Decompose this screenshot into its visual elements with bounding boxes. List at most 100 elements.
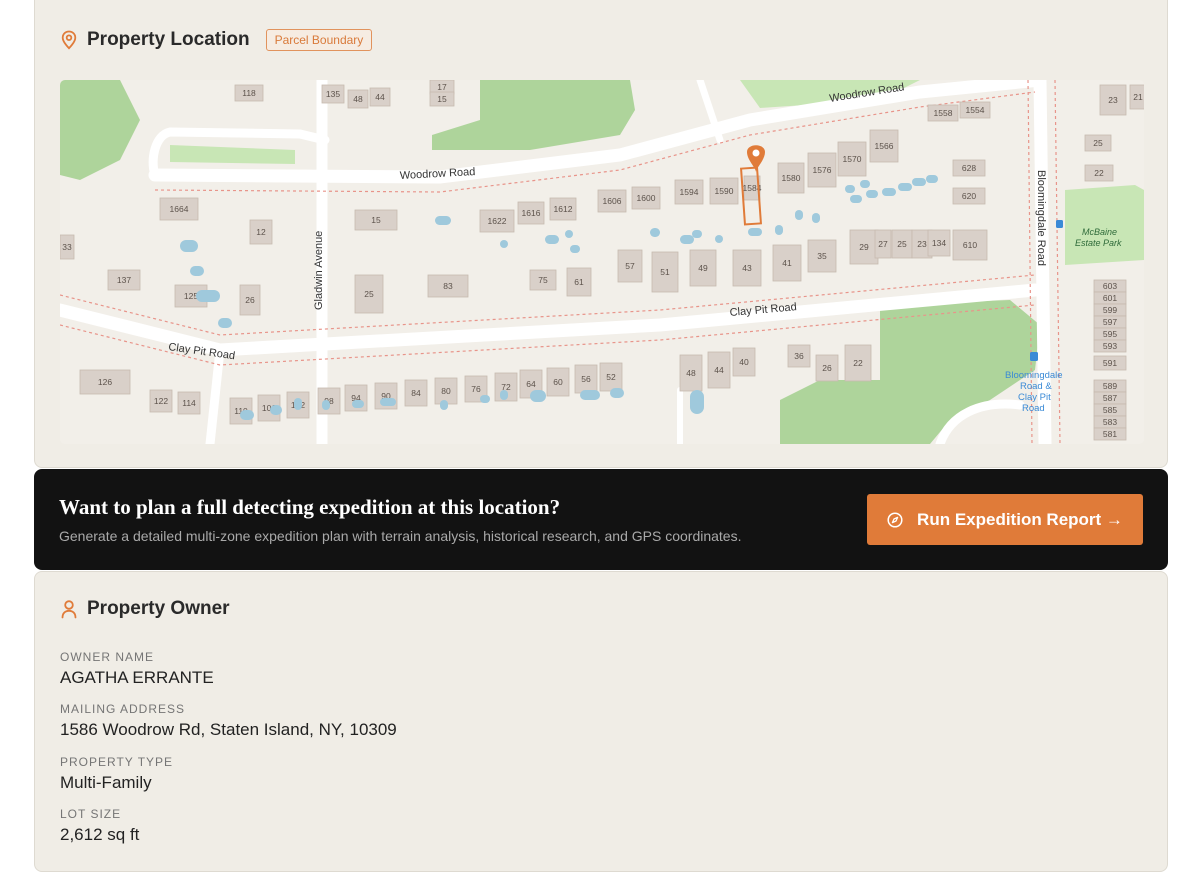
house-number-label: 15 xyxy=(437,94,447,104)
house-number-label: 23 xyxy=(1108,95,1118,105)
house-number-label: 1566 xyxy=(875,141,894,151)
pool xyxy=(545,235,559,244)
house-number-label: 40 xyxy=(739,357,749,367)
house-number-label: 49 xyxy=(698,263,708,273)
house-number-label: 1576 xyxy=(813,165,832,175)
house-number-label: 25 xyxy=(364,289,374,299)
house-number-label: 1580 xyxy=(782,173,801,183)
pool xyxy=(926,175,938,183)
bus-stop-label-1: Bloomingdale xyxy=(1005,370,1063,381)
house-number-label: 1594 xyxy=(680,187,699,197)
pool xyxy=(352,400,364,408)
house-number-label: 48 xyxy=(686,368,696,378)
property-type-field: PROPERTY TYPE Multi-Family xyxy=(60,755,173,793)
pool xyxy=(218,318,232,328)
house-number-label: 1612 xyxy=(554,204,573,214)
house-number-label: 114 xyxy=(182,398,196,408)
bus-stop-label-4: Road xyxy=(1022,403,1045,414)
house-number-label: 601 xyxy=(1103,293,1117,303)
pool xyxy=(322,400,330,410)
pool xyxy=(680,235,694,244)
house-number-label: 1606 xyxy=(603,196,622,206)
house-number-label: 57 xyxy=(625,261,635,271)
pool xyxy=(812,213,820,223)
owner-name-value: AGATHA ERRANTE xyxy=(60,668,214,687)
house-number-label: 610 xyxy=(963,240,977,250)
house-number-label: 80 xyxy=(441,386,451,396)
pool xyxy=(850,195,862,203)
pool xyxy=(610,388,624,398)
house-number-label: 26 xyxy=(245,295,255,305)
mailing-address-value: 1586 Woodrow Rd, Staten Island, NY, 1030… xyxy=(60,720,397,739)
owner-card-title: Property Owner xyxy=(87,598,230,619)
location-card-title: Property Location xyxy=(87,29,250,50)
bus-stop-icon[interactable] xyxy=(1056,220,1063,228)
pool xyxy=(845,185,855,193)
pool xyxy=(775,225,783,235)
house-number-label: 17 xyxy=(437,82,447,92)
house-number-label: 122 xyxy=(154,396,168,406)
house-number-label: 1616 xyxy=(522,208,541,218)
pool xyxy=(860,180,870,188)
property-owner-card: Property Owner OWNER NAME AGATHA ERRANTE… xyxy=(34,571,1168,872)
pool xyxy=(898,183,912,191)
house-number-label: 44 xyxy=(714,365,724,375)
pool xyxy=(580,390,600,400)
house-number-label: 22 xyxy=(853,358,863,368)
house-number-label: 597 xyxy=(1103,317,1117,327)
pool xyxy=(190,266,204,276)
lot-size-value: 2,612 sq ft xyxy=(60,825,140,844)
pool xyxy=(270,405,282,415)
house-number-label: 27 xyxy=(878,239,888,249)
house-number-label: 1590 xyxy=(715,186,734,196)
house-number-label: 603 xyxy=(1103,281,1117,291)
compass-icon xyxy=(887,511,903,528)
bus-stop-label-2: Road & xyxy=(1020,381,1052,392)
house-number-label: 21 xyxy=(1133,92,1143,102)
pool xyxy=(795,210,803,220)
pool xyxy=(180,240,198,252)
pool xyxy=(196,290,220,302)
pool xyxy=(748,228,762,236)
house-number-label: 581 xyxy=(1103,429,1117,439)
house-number-label: 118 xyxy=(242,88,256,98)
lot-size-field: LOT SIZE 2,612 sq ft xyxy=(60,807,139,845)
run-expedition-report-button[interactable]: Run Expedition Report → xyxy=(867,494,1143,545)
house-number-label: 64 xyxy=(526,379,536,389)
house-number-label: 22 xyxy=(1094,168,1104,178)
bus-stop-label-3: Clay Pit xyxy=(1018,392,1051,403)
house-number-label: 61 xyxy=(574,277,584,287)
house-number-label: 591 xyxy=(1103,358,1117,368)
pool xyxy=(882,188,896,196)
house-number-label: 583 xyxy=(1103,417,1117,427)
pool xyxy=(912,178,926,186)
house-number-label: 29 xyxy=(859,242,869,252)
cta-subtitle: Generate a detailed multi-zone expeditio… xyxy=(59,528,742,544)
house-number-label: 23 xyxy=(917,239,927,249)
house-number-label: 83 xyxy=(443,281,453,291)
bus-stop-icon[interactable] xyxy=(1030,352,1038,361)
house-number-label: 1554 xyxy=(966,105,985,115)
mailing-address-label: MAILING ADDRESS xyxy=(60,702,186,716)
house-number-label: 56 xyxy=(581,374,591,384)
road-label: Gladwin Avenue xyxy=(313,231,325,310)
parcel-boundary-badge[interactable]: Parcel Boundary xyxy=(265,29,373,51)
mcbaine-park-area xyxy=(1065,185,1144,265)
park-label: McBaine xyxy=(1082,227,1117,237)
pool xyxy=(500,240,508,248)
house-number-label: 585 xyxy=(1103,405,1117,415)
owner-name-field: OWNER NAME AGATHA ERRANTE xyxy=(60,650,214,688)
house-number-label: 12 xyxy=(256,227,266,237)
pool xyxy=(565,230,573,238)
property-map[interactable]: 118 135 48 44 17 15 1664 12 15 1622 1616 1612 1606 16… xyxy=(60,80,1144,444)
house-number-label: 15 xyxy=(371,215,381,225)
person-icon xyxy=(60,599,78,619)
property-location-card: Property Location Parcel Boundary 118 13… xyxy=(34,0,1168,468)
house-number-label: 60 xyxy=(553,377,563,387)
house-number-label: 44 xyxy=(375,92,385,102)
pool xyxy=(715,235,723,243)
house-number-label: 589 xyxy=(1103,381,1117,391)
lot-size-label: LOT SIZE xyxy=(60,807,122,821)
house-number-label: 41 xyxy=(782,258,792,268)
house-number-label: 599 xyxy=(1103,305,1117,315)
